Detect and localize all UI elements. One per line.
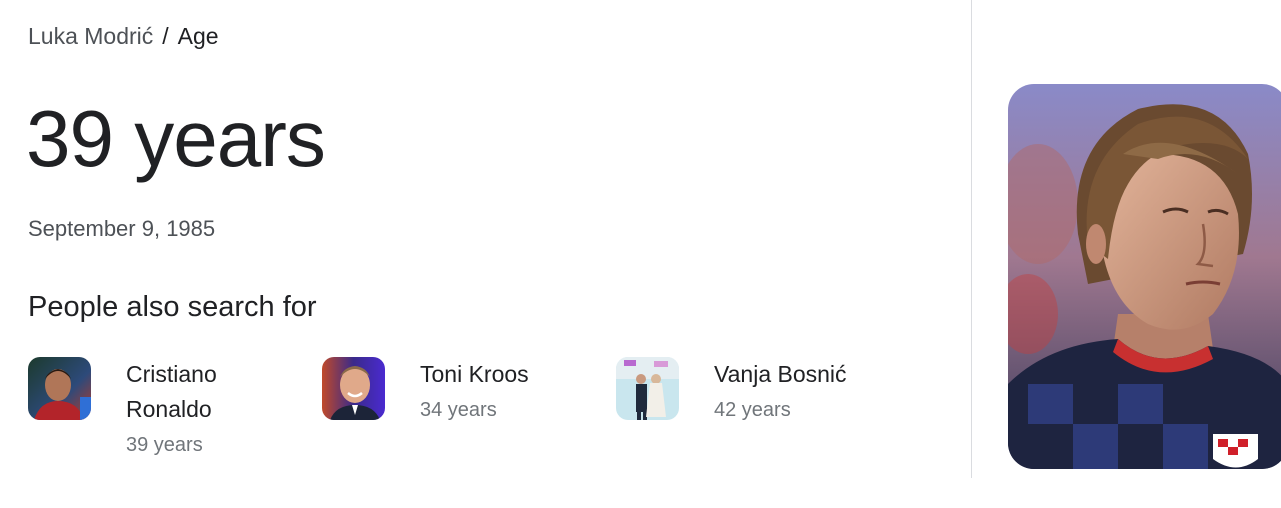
person-name[interactable]: Toni Kroos xyxy=(420,357,570,392)
breadcrumb-separator: / xyxy=(162,23,169,49)
person-name[interactable]: Cristiano Ronaldo xyxy=(126,357,276,427)
vanja-bosnic-thumbnail[interactable] xyxy=(616,357,679,420)
person-name[interactable]: Vanja Bosnić xyxy=(714,357,864,392)
people-also-search-heading: People also search for xyxy=(28,291,317,323)
luka-modric-photo[interactable] xyxy=(1008,84,1281,469)
person-name-line-1[interactable]: Cristiano xyxy=(126,357,276,392)
person-age: 34 years xyxy=(420,399,497,421)
breadcrumb-luka-modric-link[interactable]: Luka Modrić xyxy=(28,23,153,49)
toni-kroos-thumbnail[interactable] xyxy=(322,357,385,420)
age-answer: 39 years xyxy=(26,94,326,183)
birth-date: September 9, 1985 xyxy=(28,216,216,241)
person-card-toni-kroos[interactable]: Toni Kroos 34 years xyxy=(322,357,572,437)
cristiano-ronaldo-thumbnail[interactable] xyxy=(28,357,91,420)
answer-panel: Luka Modrić / Age 39 years September 9, 19… xyxy=(0,0,972,478)
person-card-cristiano-ronaldo[interactable]: Cristiano Ronaldo 39 years xyxy=(28,357,278,467)
person-name-line-2[interactable]: Ronaldo xyxy=(126,392,276,427)
breadcrumb-current: Age xyxy=(177,23,219,49)
breadcrumb: Luka Modrić / Age xyxy=(28,21,219,51)
person-age: 39 years xyxy=(126,434,203,456)
person-card-vanja-bosnic[interactable]: Vanja Bosnić 42 years xyxy=(616,357,896,437)
person-age: 42 years xyxy=(714,399,791,421)
